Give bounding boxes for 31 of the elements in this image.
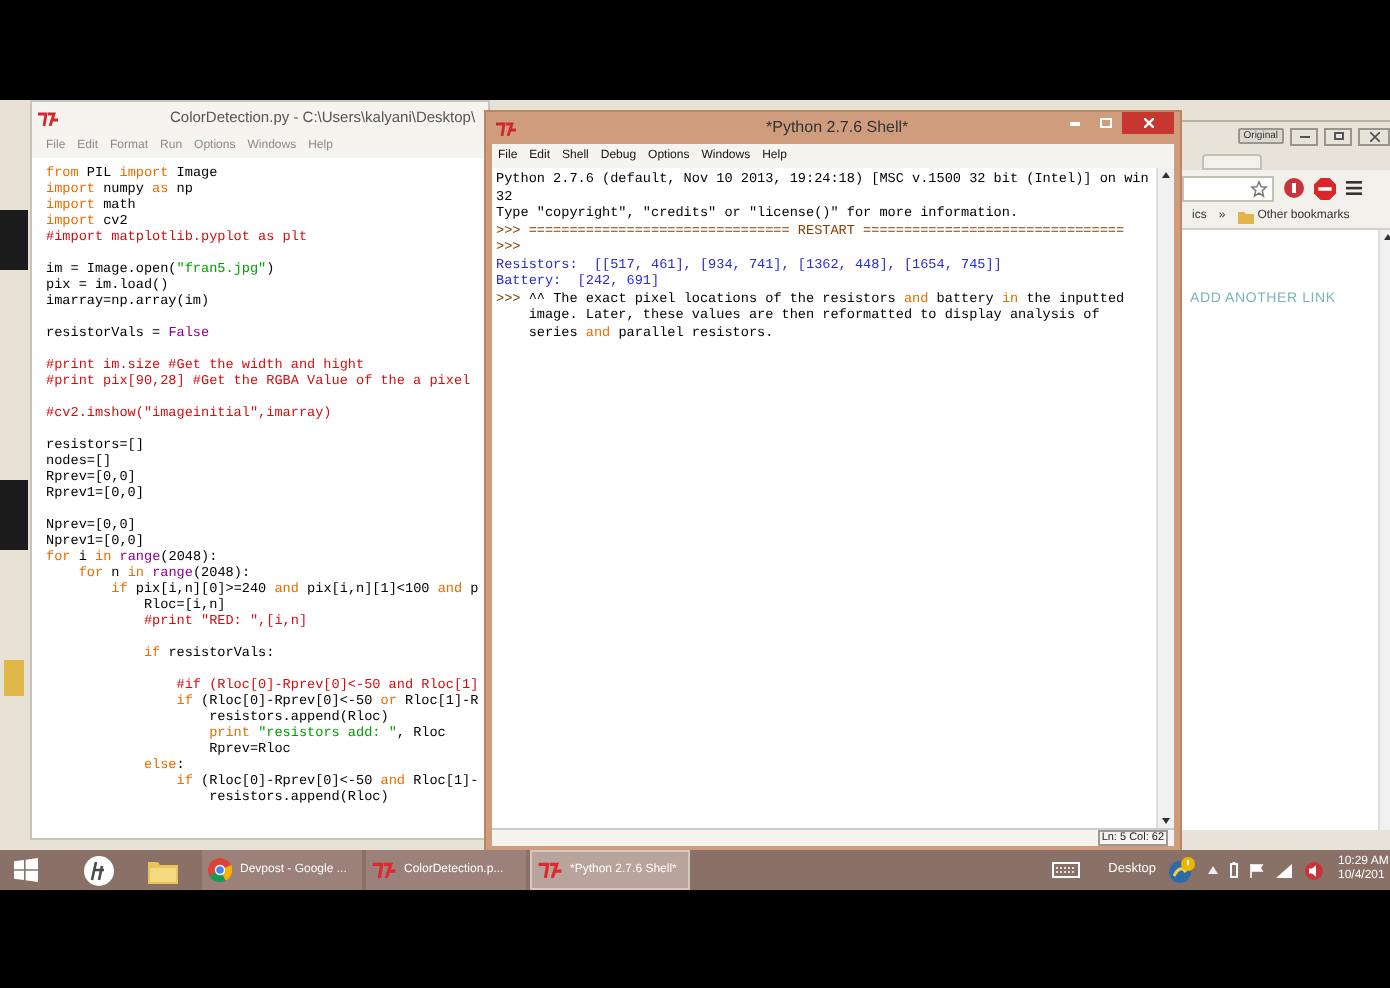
volume-icon[interactable]: [1304, 861, 1324, 879]
scroll-down-icon[interactable]: [1162, 818, 1170, 824]
signal-icon[interactable]: [1276, 863, 1292, 877]
chevron-up-icon[interactable]: [1208, 866, 1218, 874]
keyboard-icon[interactable]: [1052, 862, 1081, 878]
start-icon[interactable]: [14, 858, 38, 882]
menu-icon[interactable]: [1346, 180, 1362, 196]
idle-icon: [496, 121, 516, 135]
close-button[interactable]: [1358, 127, 1390, 145]
close-icon: [1143, 118, 1153, 128]
idle-icon: [372, 862, 396, 878]
window-title: *Python 2.7.6 Shell*: [766, 116, 909, 140]
close-icon: [1369, 131, 1379, 141]
idle-icon: [38, 111, 58, 125]
scrollbar[interactable]: [1156, 168, 1174, 828]
close-button[interactable]: [1122, 112, 1174, 134]
hp-icon[interactable]: [84, 855, 114, 885]
address-bar[interactable]: [1182, 175, 1274, 201]
flag-icon[interactable]: [1250, 863, 1264, 877]
scrollbar[interactable]: [1378, 230, 1390, 830]
minimize-button[interactable]: [1290, 127, 1318, 145]
star-icon[interactable]: [1250, 179, 1268, 197]
extension-icon[interactable]: [1284, 178, 1304, 198]
maximize-button[interactable]: [1324, 127, 1352, 145]
idle-icon: [538, 862, 562, 878]
scroll-up-icon[interactable]: [1162, 172, 1170, 178]
python-warning-icon[interactable]: [1168, 856, 1196, 884]
chrome-icon: [208, 858, 232, 882]
battery-icon[interactable]: [1230, 862, 1238, 878]
scroll-up-icon[interactable]: [1383, 234, 1390, 240]
adblock-icon[interactable]: [1314, 177, 1336, 199]
